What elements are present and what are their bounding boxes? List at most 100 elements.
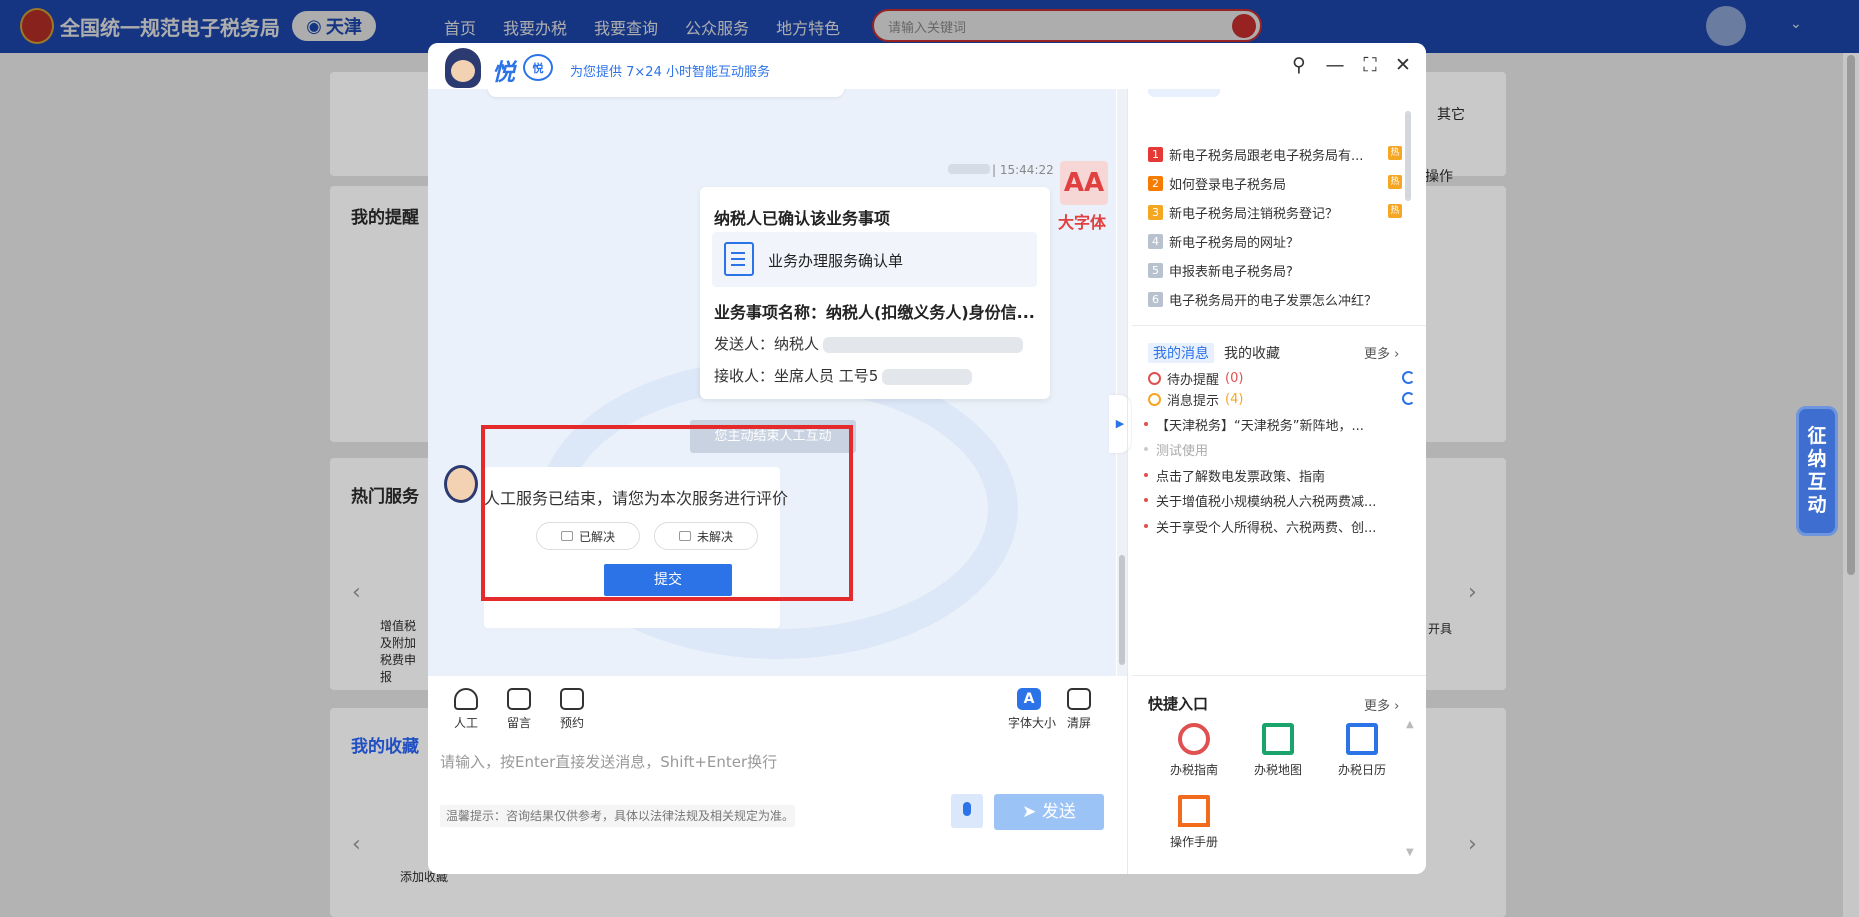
- todo-reminder-row[interactable]: 待办提醒 (0): [1148, 369, 1243, 388]
- rank-badge: 5: [1148, 262, 1163, 278]
- scroll-up-icon[interactable]: ▲: [1406, 719, 1414, 730]
- human-service-button[interactable]: 人工: [445, 688, 487, 731]
- timestamp-text: | 15:44:22: [992, 163, 1054, 177]
- quick-tax-calendar[interactable]: 办税日历: [1332, 723, 1392, 778]
- message-item[interactable]: 【天津税务】“天津税务”新阵地，...: [1144, 415, 1364, 434]
- close-icon[interactable]: ✕: [1392, 54, 1414, 76]
- font-size-button[interactable]: A 字体大小: [1008, 688, 1057, 731]
- page-scrollbar-thumb[interactable]: [1847, 55, 1855, 575]
- more-label: 更多: [1364, 347, 1391, 362]
- quick-entry-title: 快捷入口: [1148, 695, 1209, 713]
- leave-message-button[interactable]: 留言: [498, 688, 540, 731]
- big-font-icon[interactable]: AA: [1060, 161, 1108, 205]
- document-icon: [724, 242, 754, 276]
- tab-my-favorites[interactable]: 我的收藏: [1224, 343, 1280, 363]
- maximize-icon[interactable]: ⛶: [1359, 54, 1381, 76]
- more-label: 更多: [1364, 699, 1391, 714]
- booking-button[interactable]: 预约: [551, 688, 593, 731]
- calendar-icon: [1346, 723, 1378, 755]
- booking-label: 预约: [559, 716, 584, 730]
- bg-service-vat[interactable]: 增值税及附加税费申报: [380, 618, 426, 686]
- panel-divider: [1127, 89, 1128, 874]
- bg-service-invoice[interactable]: 开具: [1428, 620, 1452, 637]
- notice-row[interactable]: 消息提示 (4): [1148, 390, 1243, 409]
- page-scrollbar[interactable]: [1843, 53, 1859, 917]
- map-icon: [1262, 723, 1294, 755]
- scroll-down-icon[interactable]: ▼: [1406, 847, 1414, 858]
- quick-manual[interactable]: 操作手册: [1164, 795, 1224, 850]
- right-panel: 1 新电子税务局跟老电子税务局有... 热 2 如何登录电子税务局热 3 新电子税务局注…: [1132, 89, 1426, 874]
- hot-badge: 热: [1388, 175, 1402, 189]
- hot-question-text: 新电子税务局跟老电子税务局有...: [1169, 148, 1364, 164]
- hot-question-item[interactable]: 4 新电子税务局的网址？: [1148, 231, 1408, 251]
- hot-list-scrollbar[interactable]: [1405, 101, 1411, 281]
- brand-badge: 悦: [523, 54, 553, 81]
- clock-icon: [1148, 372, 1161, 385]
- tab-my-messages[interactable]: 我的消息: [1148, 343, 1214, 363]
- business-item-name: 业务事项名称：纳税人(扣缴义务人)身份信...: [714, 303, 1035, 322]
- clear-screen-button[interactable]: 清屏: [1058, 688, 1100, 731]
- calendar-icon: [560, 688, 584, 710]
- rating-highlight-box: [481, 425, 853, 601]
- chevron-left-icon[interactable]: ‹: [352, 832, 361, 857]
- chat-scrollbar-thumb[interactable]: [1119, 555, 1125, 665]
- todo-label: 待办提醒: [1167, 373, 1220, 388]
- hot-question-item[interactable]: 5 申报表新电子税务局?: [1148, 260, 1408, 280]
- messages-more-link[interactable]: 更多 ›: [1364, 343, 1399, 362]
- hot-question-item[interactable]: 1 新电子税务局跟老电子税务局有... 热: [1148, 144, 1408, 164]
- bg-reminder-title: 我的提醒: [351, 208, 419, 228]
- chevron-left-icon[interactable]: ‹: [352, 580, 361, 605]
- sender-line: 发送人：纳税人: [714, 333, 1024, 354]
- big-font-label[interactable]: 大字体: [1058, 209, 1106, 233]
- hot-question-text: 新电子税务局的网址？: [1169, 235, 1300, 251]
- hot-questions-tab[interactable]: [1148, 89, 1220, 97]
- bg-favorites-title[interactable]: 我的收藏: [351, 732, 419, 757]
- hot-list-scrollbar-thumb[interactable]: [1405, 111, 1411, 201]
- document-label: 业务办理服务确认单: [768, 252, 904, 270]
- rank-badge: 3: [1148, 204, 1163, 220]
- side-interaction-tab[interactable]: 征纳互动: [1796, 406, 1838, 536]
- rank-badge: 4: [1148, 233, 1163, 249]
- quick-label: 办税地图: [1253, 763, 1302, 777]
- input-toolbar: 人工 留言 预约 A 字体大小 清屏: [428, 676, 1127, 736]
- user-icon[interactable]: ⚲: [1288, 54, 1310, 76]
- font-size-label: 字体大小: [1008, 716, 1057, 730]
- chevron-right-icon[interactable]: ›: [1468, 580, 1477, 605]
- dialog-header: 悦 悦 为您提供 7×24 小时智能互动服务 ⚲ — ⛶ ✕: [428, 43, 1426, 89]
- bookmark-icon: [1178, 795, 1210, 827]
- quick-label: 办税日历: [1337, 763, 1386, 777]
- chat-scrollbar[interactable]: [1117, 89, 1127, 676]
- minimize-icon[interactable]: —: [1324, 54, 1346, 76]
- receiver-line: 接收人：坐席人员 工号5: [714, 365, 973, 386]
- redacted-receiver: [882, 368, 973, 385]
- hot-question-item[interactable]: 3 新电子税务局注销税务登记？ 热: [1148, 202, 1408, 222]
- microphone-icon[interactable]: [951, 794, 983, 828]
- bg-other-tab[interactable]: 其它: [1437, 104, 1465, 124]
- message-item[interactable]: 关于增值税小规模纳税人六税两费减...: [1143, 491, 1376, 510]
- refresh-icon[interactable]: [1402, 371, 1415, 384]
- chevron-right-icon[interactable]: ›: [1468, 832, 1477, 857]
- font-size-icon: A: [1017, 688, 1041, 710]
- hot-question-item[interactable]: 6 电子税务局开的电子发票怎么冲红？: [1148, 289, 1408, 309]
- notice-count: (4): [1225, 392, 1244, 407]
- message-item[interactable]: 点击了解数电发票政策、指南: [1143, 466, 1325, 485]
- brand-name: 悦: [492, 60, 515, 86]
- quick-tax-map[interactable]: 办税地图: [1248, 723, 1308, 778]
- hot-question-item[interactable]: 2 如何登录电子税务局 热: [1148, 173, 1408, 193]
- message-item[interactable]: 测试使用: [1143, 440, 1208, 459]
- quick-label: 操作手册: [1169, 835, 1218, 849]
- quick-tax-guide[interactable]: 办税指南: [1164, 723, 1224, 778]
- refresh-icon[interactable]: [1402, 392, 1415, 405]
- agent-avatar: [444, 465, 478, 503]
- send-label: 发送: [1041, 802, 1076, 822]
- quick-more-link[interactable]: 更多 ›: [1364, 695, 1399, 714]
- bg-operate[interactable]: 操作: [1425, 166, 1453, 186]
- confirmation-document[interactable]: 业务办理服务确认单: [712, 232, 1037, 287]
- message-item[interactable]: 关于享受个人所得税、六税两费、创...: [1143, 517, 1376, 536]
- message-input[interactable]: 请输入，按Enter直接发送消息，Shift+Enter换行: [440, 751, 777, 772]
- message-timestamp: | 15:44:22: [948, 163, 1054, 177]
- confirmation-card: 纳税人已确认该业务事项 业务办理服务确认单 业务事项名称：纳税人(扣缴义务人)身…: [700, 187, 1050, 399]
- send-button[interactable]: ➤ 发送: [994, 794, 1104, 830]
- hot-question-text: 新电子税务局注销税务登记？: [1169, 206, 1339, 222]
- hot-question-text: 如何登录电子税务局: [1169, 177, 1287, 193]
